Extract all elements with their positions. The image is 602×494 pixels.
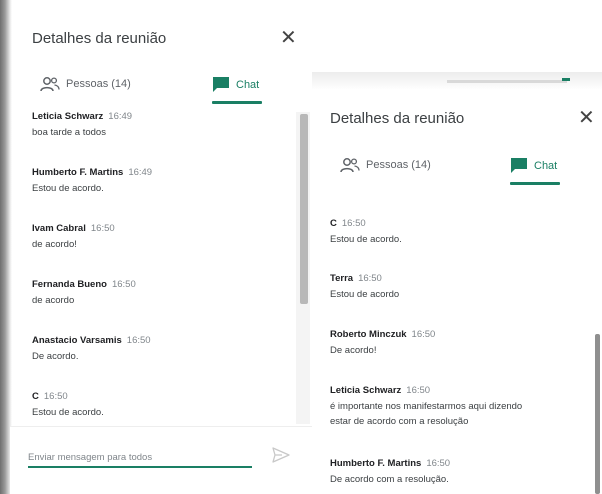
message-sender: Ivam Cabral — [32, 223, 86, 234]
message-sender: C — [330, 218, 337, 229]
message-time: 16:50 — [111, 279, 136, 290]
meeting-details-panel-left: Detalhes da reunião ✕ Pessoas (14) Chat … — [0, 0, 312, 494]
message-text: Estou de acordo. — [330, 234, 402, 245]
people-icon — [40, 76, 60, 92]
message-sender: Leticia Schwarz — [330, 385, 402, 396]
chat-message: Fernanda Bueno 16:50 de acordo — [32, 278, 136, 308]
message-time: 16:50 — [43, 391, 68, 402]
chat-scrollbar-thumb[interactable] — [595, 334, 600, 494]
chat-message: Terra 16:50 Estou de acordo — [330, 272, 399, 302]
message-time: 16:49 — [108, 111, 133, 122]
message-text: de acordo! — [32, 239, 77, 250]
chat-message: C 16:50 Estou de acordo. — [32, 390, 104, 420]
message-text: Estou de acordo. — [32, 407, 104, 418]
background-divider — [447, 80, 567, 83]
panel-title: Detalhes da reunião — [32, 30, 167, 47]
chat-icon — [510, 157, 528, 174]
chat-message: Leticia Schwarz 16:49 boa tarde a todos — [32, 110, 132, 140]
meeting-details-panel-right: Detalhes da reunião ✕ Pessoas (14) Chat … — [312, 72, 602, 494]
chat-icon — [212, 76, 230, 93]
tab-chat[interactable]: Chat — [510, 157, 557, 174]
window-edge-shadow — [0, 0, 12, 494]
chat-scrollbar-thumb[interactable] — [300, 114, 308, 304]
message-text: Estou de acordo. — [32, 183, 104, 194]
chat-message: Leticia Schwarz 16:50 é importante nos ma… — [330, 384, 522, 429]
message-text: De acordo. — [32, 351, 79, 362]
message-text: estar de acordo com a resolução — [330, 416, 469, 427]
chat-message: Roberto Minczuk 16:50 De acordo! — [330, 328, 435, 358]
message-time: 16:50 — [341, 218, 366, 229]
chat-message: Anastacio Varsamis 16:50 De acordo. — [32, 334, 151, 364]
send-button[interactable] — [272, 447, 290, 463]
close-icon[interactable]: ✕ — [578, 108, 595, 128]
tab-chat-label: Chat — [534, 159, 558, 172]
message-text: é importante nos manifestarmos aqui dize… — [330, 401, 523, 412]
message-sender: Terra — [330, 273, 354, 284]
message-sender: Humberto F. Martins — [32, 167, 124, 178]
message-text: De acordo! — [330, 345, 377, 356]
chat-message: Humberto F. Martins 16:49 Estou de acordo… — [32, 166, 152, 196]
tab-chat-label: Chat — [236, 78, 260, 91]
message-sender: Anastacio Varsamis — [32, 335, 122, 346]
message-time: 16:50 — [90, 223, 115, 234]
message-text: Estou de acordo — [330, 289, 400, 300]
message-text: De acordo com a resolução. — [330, 474, 449, 485]
message-text: de acordo — [32, 295, 75, 306]
message-sender: Humberto F. Martins — [330, 458, 422, 469]
message-sender: C — [32, 391, 39, 402]
people-icon — [340, 157, 360, 173]
chat-message: C 16:50 Estou de acordo. — [330, 217, 402, 247]
background-accent — [562, 78, 570, 81]
tab-chat-underline — [212, 101, 262, 104]
message-time: 16:50 — [358, 273, 382, 284]
message-time: 16:49 — [128, 167, 153, 178]
tab-chat[interactable]: Chat — [212, 76, 259, 93]
message-input[interactable]: Enviar mensagem para todos — [28, 452, 152, 463]
send-icon — [272, 447, 290, 463]
tab-people[interactable]: Pessoas (14) — [40, 76, 131, 92]
tab-people[interactable]: Pessoas (14) — [340, 157, 431, 173]
message-input-underline — [28, 466, 252, 468]
chat-message: Humberto F. Martins 16:50 De acordo com a… — [330, 457, 450, 487]
message-sender: Roberto Minczuk — [330, 329, 407, 340]
message-text: boa tarde a todos — [32, 127, 106, 138]
panel-title: Detalhes da reunião — [330, 110, 465, 127]
tab-people-label: Pessoas (14) — [366, 159, 431, 171]
tab-chat-underline — [510, 182, 560, 185]
message-time: 16:50 — [411, 329, 436, 340]
close-icon[interactable]: ✕ — [280, 28, 297, 48]
message-sender: Fernanda Bueno — [32, 279, 107, 290]
chat-message: Ivam Cabral 16:50 de acordo! — [32, 222, 115, 252]
message-composer: Enviar mensagem para todos — [10, 426, 312, 494]
message-sender: Leticia Schwarz — [32, 111, 104, 122]
message-time: 16:50 — [406, 385, 431, 396]
message-time: 16:50 — [126, 335, 151, 346]
tab-people-label: Pessoas (14) — [66, 78, 131, 90]
message-time: 16:50 — [426, 458, 451, 469]
